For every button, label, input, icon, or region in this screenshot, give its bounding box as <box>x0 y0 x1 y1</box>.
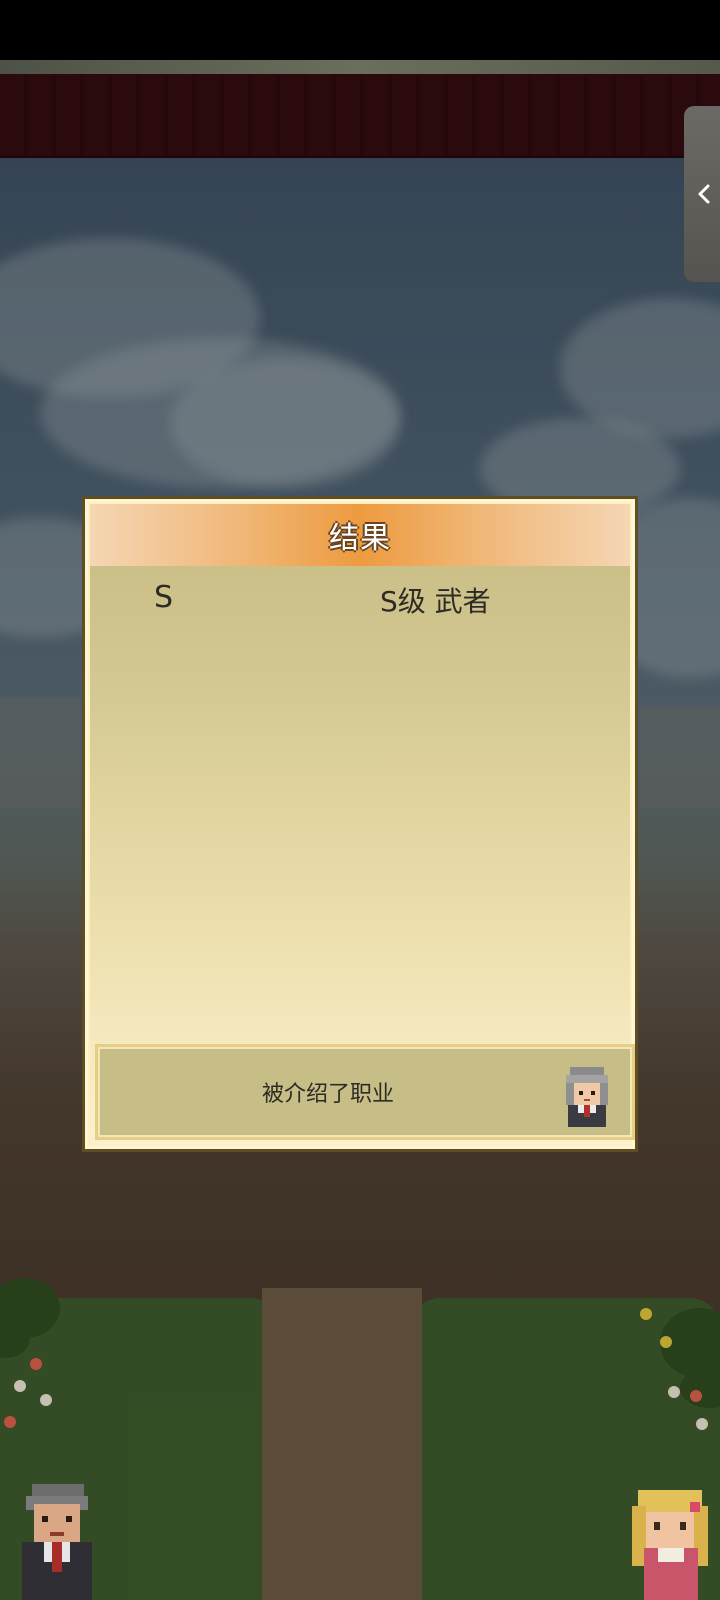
advisor-portrait <box>566 1067 608 1127</box>
header-bar <box>0 74 720 158</box>
chevron-left-icon <box>698 184 710 204</box>
result-title: 结果 <box>329 521 391 556</box>
elder-villager-sprite <box>14 1478 100 1600</box>
top-strip <box>0 60 720 74</box>
result-dialog-header: 结果 <box>90 504 630 566</box>
message-text: 被介绍了职业 <box>261 1082 394 1107</box>
grade-label: S <box>154 580 174 615</box>
result-row: S S级 武者 <box>90 580 630 624</box>
job-name: S级 武者 <box>380 585 491 618</box>
side-menu-toggle[interactable] <box>684 106 720 282</box>
result-dialog: 结果 S S级 武者 被介绍了职业 <box>82 496 638 1152</box>
blonde-villager-sprite <box>628 1486 714 1600</box>
status-bar <box>0 0 720 60</box>
message-box[interactable]: 被介绍了职业 <box>95 1044 635 1140</box>
